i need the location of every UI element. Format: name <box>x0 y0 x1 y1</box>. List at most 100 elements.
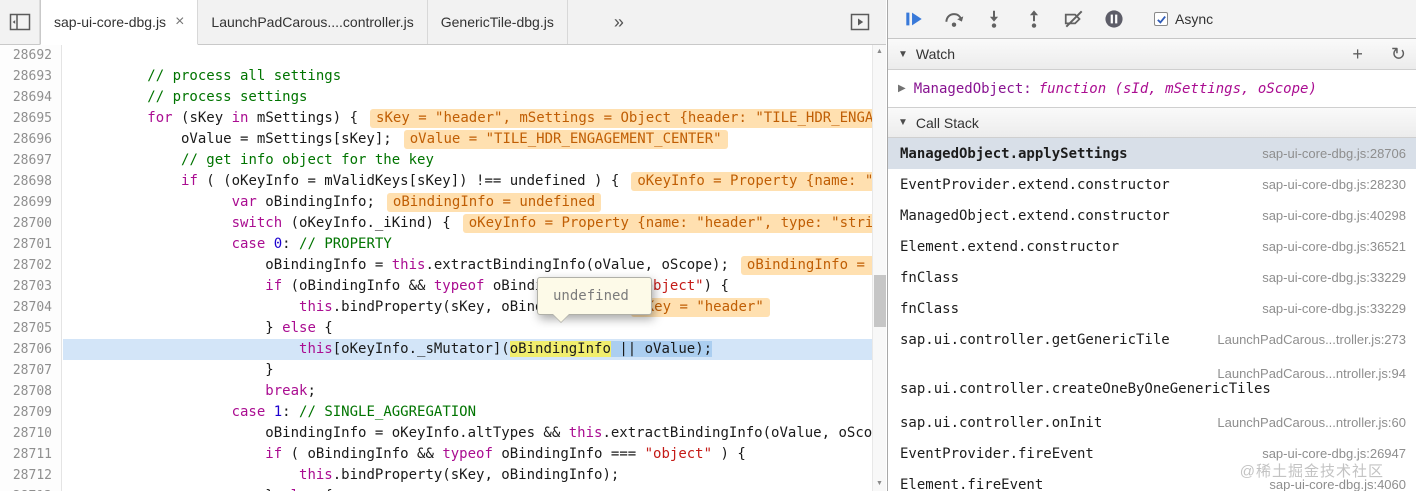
code-line: var oBindingInfo; oBindingInfo = undefine… <box>63 192 872 213</box>
file-tab-label: LaunchPadCarous....controller.js <box>211 14 414 30</box>
call-stack-frame[interactable]: ManagedObject.applySettings sap-ui-core-d… <box>888 138 1416 169</box>
step-out-icon <box>1029 10 1039 28</box>
line-number[interactable]: 28699 <box>0 192 61 213</box>
scrollbar-thumb[interactable] <box>874 275 886 327</box>
step-out-button[interactable] <box>1014 4 1054 34</box>
line-number[interactable]: 28705 <box>0 318 61 339</box>
editor-pane: sap-ui-core-dbg.js × LaunchPadCarous....co… <box>0 0 886 491</box>
file-tab[interactable]: GenericTile-dbg.js <box>428 0 568 44</box>
deactivate-breakpoints-button[interactable] <box>1054 4 1094 34</box>
resume-button[interactable] <box>894 4 934 34</box>
call-stack-frame[interactable]: fnClass sap-ui-core-dbg.js:33229 <box>888 262 1416 293</box>
frame-location: sap-ui-core-dbg.js:33229 <box>1262 301 1406 316</box>
line-number[interactable]: 28708 <box>0 381 61 402</box>
scrollbar-up-icon[interactable]: ▲ <box>873 45 886 59</box>
line-number[interactable]: 28696 <box>0 129 61 150</box>
toggle-sidebar-icon <box>850 13 870 31</box>
line-number[interactable]: 28712 <box>0 465 61 486</box>
line-number[interactable]: 28713 <box>0 486 61 491</box>
line-number[interactable]: 28694 <box>0 87 61 108</box>
code-line: oBindingInfo = this.extractBindingInfo(o… <box>63 255 872 276</box>
code-line: switch (oKeyInfo._iKind) {oKeyInfo = Pro… <box>63 213 872 234</box>
refresh-watch-icon[interactable]: ↻ <box>1391 45 1406 63</box>
frame-function-name: fnClass <box>900 269 960 286</box>
inline-debug-value: oValue = "TILE_HDR_ENGAGEMENT_CENTER" <box>403 130 728 149</box>
file-tab-bar: sap-ui-core-dbg.js × LaunchPadCarous....co… <box>0 0 886 45</box>
frame-location: sap-ui-core-dbg.js:28706 <box>1262 146 1406 161</box>
watch-title: Watch <box>915 46 956 62</box>
call-stack-frame[interactable]: EventProvider.extend.constructor sap-ui-c… <box>888 169 1416 200</box>
frame-function-name: Element.extend.constructor <box>900 238 1120 255</box>
show-navigator-button[interactable] <box>0 0 40 44</box>
call-stack-frame[interactable]: sap.ui.controller.createOneByOneGenericT… <box>888 355 1416 407</box>
code-line: case 0: // PROPERTY <box>231 236 392 252</box>
watch-name: ManagedObject: <box>913 80 1032 97</box>
file-tabs: sap-ui-core-dbg.js × LaunchPadCarous....co… <box>40 0 568 45</box>
step-into-button[interactable] <box>974 4 1014 34</box>
code-line: // get info object for the key <box>181 152 434 168</box>
code-line: oBindingInfo = oKeyInfo.altTypes && this… <box>63 425 872 441</box>
code-line: break; <box>265 383 316 399</box>
file-tab[interactable]: sap-ui-core-dbg.js × <box>40 0 199 45</box>
async-checkbox[interactable] <box>1154 12 1168 26</box>
inline-debug-value: oKeyInfo = Property {name: "header", typ… <box>631 172 872 191</box>
debugger-sidebar: Async ▼ Watch + ↻ ▶ ManagedObject: functio… <box>887 0 1416 491</box>
call-stack-frame[interactable]: sap.ui.controller.getGenericTile LaunchPa… <box>888 324 1416 355</box>
watch-value: function (sId, mSettings, oScope) <box>1038 80 1317 97</box>
line-number[interactable]: 28710 <box>0 423 61 444</box>
frame-function-name: sap.ui.controller.createOneByOneGenericT… <box>900 380 1271 397</box>
frame-function-name: ManagedObject.applySettings <box>900 145 1128 162</box>
call-stack-section-header[interactable]: ▼ Call Stack <box>888 107 1416 138</box>
add-watch-icon[interactable]: + <box>1352 45 1363 63</box>
line-number[interactable]: 28700 <box>0 213 61 234</box>
scrollbar-down-icon[interactable]: ▼ <box>873 477 886 491</box>
expand-triangle-icon[interactable]: ▶ <box>898 83 906 94</box>
collapse-triangle-icon: ▼ <box>898 48 908 60</box>
line-number[interactable]: 28704 <box>0 297 61 318</box>
code-lines: // process all settings // process setti… <box>63 45 872 491</box>
line-number[interactable]: 28693 <box>0 66 61 87</box>
line-number[interactable]: 28701 <box>0 234 61 255</box>
toggle-sidebar-button[interactable] <box>850 13 870 31</box>
call-stack-frame[interactable]: fnClass sap-ui-core-dbg.js:33229 <box>888 293 1416 324</box>
call-stack-frame[interactable]: Element.extend.constructor sap-ui-core-db… <box>888 231 1416 262</box>
inline-debug-value: sKey = "header", mSettings = Object {hea… <box>370 109 872 128</box>
watermark: @稀土掘金技术社区 <box>1239 463 1384 480</box>
line-number[interactable]: 28692 <box>0 45 61 66</box>
file-tab[interactable]: LaunchPadCarous....controller.js <box>198 0 428 44</box>
code-line: for (sKey in mSettings) {sKey = "header"… <box>63 108 872 129</box>
code-line: // process settings <box>63 89 308 105</box>
code-line: oValue = mSettings[sKey]; oValue = "TILE_… <box>63 129 872 150</box>
file-tab-label: sap-ui-core-dbg.js <box>54 14 167 30</box>
checkmark-icon <box>1156 15 1166 24</box>
close-tab-icon[interactable]: × <box>175 14 184 30</box>
line-number[interactable]: 28698 <box>0 171 61 192</box>
line-number[interactable]: 28695 <box>0 108 61 129</box>
line-number[interactable]: 28709 <box>0 402 61 423</box>
frame-function-name: EventProvider.extend.constructor <box>900 176 1170 193</box>
frame-location: sap-ui-core-dbg.js:28230 <box>1262 177 1406 192</box>
line-number[interactable]: 28707 <box>0 360 61 381</box>
frame-location: LaunchPadCarous...ntroller.js:60 <box>1217 415 1406 430</box>
line-number[interactable]: 28697 <box>0 150 61 171</box>
tab-overflow-chevron[interactable]: » <box>614 12 624 33</box>
pause-on-exceptions-button[interactable] <box>1094 4 1134 34</box>
line-number[interactable]: 28711 <box>0 444 61 465</box>
current-execution-line: this[oKeyInfo._sMutator](oBindingInfo ||… <box>63 339 872 360</box>
call-stack-frame[interactable]: ManagedObject.extend.constructor sap-ui-c… <box>888 200 1416 231</box>
watch-expression[interactable]: ▶ ManagedObject: function (sId, mSettings,… <box>888 70 1416 107</box>
line-number[interactable]: 28703 <box>0 276 61 297</box>
watch-section-header[interactable]: ▼ Watch + ↻ <box>888 39 1416 70</box>
inline-debug-value: sKey = "header" <box>631 298 770 317</box>
step-over-button[interactable] <box>934 4 974 34</box>
call-stack-frame[interactable]: sap.ui.controller.onInit LaunchPadCarous.… <box>888 407 1416 438</box>
deactivate-breakpoints-icon <box>1064 10 1083 28</box>
line-number[interactable]: 28702 <box>0 255 61 276</box>
line-number[interactable]: 28706 <box>0 339 61 360</box>
source-editor[interactable]: 28692 28693 28694 28695 28696 28697 28698 28699… <box>0 45 886 491</box>
code-line: if ( oBindingInfo && typeof oBindingInfo… <box>265 446 746 462</box>
code-line: if ( (oKeyInfo = mValidKeys[sKey]) !== u… <box>63 171 872 192</box>
file-tab-label: GenericTile-dbg.js <box>440 14 554 30</box>
editor-scrollbar[interactable]: ▲ ▼ <box>872 45 886 491</box>
